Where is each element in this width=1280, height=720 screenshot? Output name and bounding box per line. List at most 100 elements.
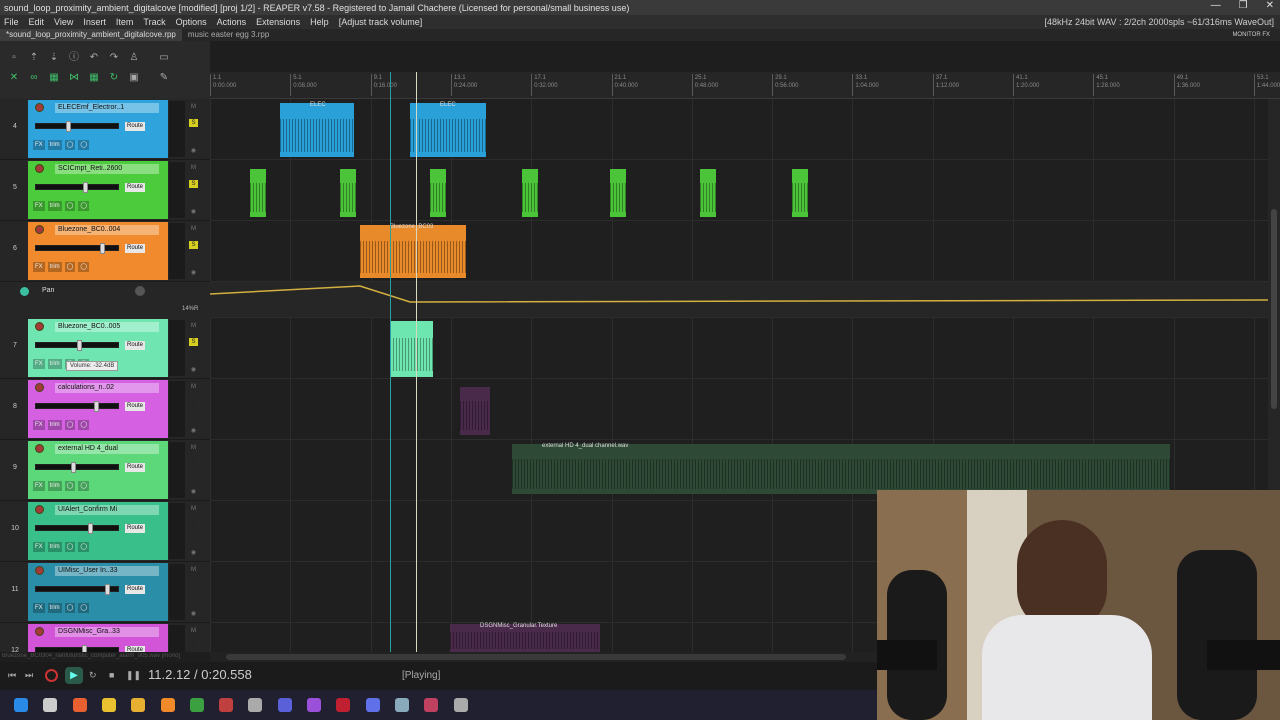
redo-icon[interactable]: ↷	[108, 52, 120, 63]
pan-envelope-lane[interactable]: Pan 14%R	[0, 282, 210, 316]
pan-knob-icon[interactable]: ◯	[64, 201, 76, 211]
steam-icon[interactable]	[453, 698, 468, 712]
fx-button[interactable]: FX	[33, 420, 45, 430]
trim-button[interactable]: trim	[47, 420, 62, 430]
track-row[interactable]: 11 UIMisc_User In..33 Route FX trim ◯ ◯ M S ◉	[0, 562, 210, 623]
env-icon[interactable]: ◉	[189, 488, 198, 496]
volume-fader[interactable]	[35, 462, 119, 473]
ripple-all-icon[interactable]: ▦	[48, 72, 60, 83]
track-number[interactable]: 5	[2, 184, 28, 191]
solo-icon[interactable]: S	[189, 338, 198, 346]
record-arm-button[interactable]	[35, 444, 44, 453]
record-arm-button[interactable]	[35, 225, 44, 234]
fx-button[interactable]: FX	[33, 603, 45, 613]
pan-knob-icon[interactable]: ◯	[64, 603, 76, 613]
mute-icon[interactable]: M	[189, 164, 198, 172]
track-number[interactable]: 9	[2, 464, 28, 471]
new-project-icon[interactable]: ▫	[8, 52, 20, 63]
play-icon[interactable]: ▶	[65, 667, 83, 684]
mute-icon[interactable]: M	[189, 566, 198, 574]
mute-icon[interactable]: M	[189, 225, 198, 233]
media-item[interactable]	[700, 169, 716, 217]
maximize-button[interactable]: ❐	[1239, 0, 1248, 11]
media-item[interactable]: DSGNMisc_Granular.Texture	[450, 623, 600, 652]
volume-fader[interactable]	[35, 523, 119, 534]
trim-button[interactable]: trim	[47, 140, 62, 150]
track-name[interactable]: SCICmpt_Reti..2600	[55, 164, 159, 174]
media-item[interactable]	[460, 387, 490, 435]
search-icon[interactable]	[43, 698, 58, 712]
solo-icon[interactable]: S	[189, 399, 198, 407]
auto-crossfade-icon[interactable]: ⋈	[68, 72, 80, 83]
media-item[interactable]: ELEC	[280, 102, 354, 157]
volume-fader-knob[interactable]	[83, 182, 88, 193]
fx-button[interactable]: FX	[33, 262, 45, 272]
lock-icon[interactable]: ▣	[128, 72, 140, 83]
volume-fader[interactable]	[35, 584, 119, 595]
route-button[interactable]: Route	[125, 183, 145, 192]
lock-grid-icon[interactable]: ▦	[88, 72, 100, 83]
track-name[interactable]: Bluezone_BC0..005	[55, 322, 159, 332]
save-project-icon[interactable]: ⇣	[48, 52, 60, 63]
fx-button[interactable]: FX	[33, 140, 45, 150]
app-icon[interactable]	[277, 698, 292, 712]
volume-fader-knob[interactable]	[82, 645, 87, 652]
env-icon[interactable]: ◉	[189, 549, 198, 557]
solo-icon[interactable]: S	[189, 521, 198, 529]
volume-fader[interactable]	[35, 121, 119, 132]
solo-icon[interactable]: S	[189, 643, 198, 651]
pan-knob-icon[interactable]: ◯	[64, 542, 76, 552]
trim-button[interactable]: trim	[47, 481, 62, 491]
discord-icon[interactable]	[365, 698, 380, 712]
track-number[interactable]: 7	[2, 342, 28, 349]
reaper-icon[interactable]	[219, 698, 234, 712]
volume-fader[interactable]	[35, 340, 119, 351]
route-button[interactable]: Route	[125, 402, 145, 411]
pan-knob-icon[interactable]: ◯	[64, 481, 76, 491]
media-item[interactable]	[792, 169, 808, 217]
mute-icon[interactable]: M	[189, 322, 198, 330]
draw-icon[interactable]: ✎	[158, 72, 170, 83]
reaper2-icon[interactable]	[424, 698, 439, 712]
goto-start-icon[interactable]: ⏮	[8, 670, 16, 681]
track-panel[interactable]: DSGNMisc_Gra..33RouteFXtrim◯◯	[28, 624, 168, 652]
phase-icon[interactable]: ◯	[78, 542, 90, 552]
track-panel[interactable]: UIAlert_Confirm Mi Route FX trim ◯ ◯	[28, 502, 168, 560]
mute-icon[interactable]: M	[189, 627, 198, 635]
track-number[interactable]: 12	[2, 647, 28, 652]
media-item[interactable]: ELEC	[410, 102, 486, 157]
track-name[interactable]: ELECEmf_Electror..1	[55, 103, 159, 113]
volume-fader-knob[interactable]	[100, 243, 105, 254]
solo-icon[interactable]: S	[189, 460, 198, 468]
route-button[interactable]: Route	[125, 122, 145, 131]
acrobat-icon[interactable]	[336, 698, 351, 712]
media-item[interactable]	[430, 169, 446, 217]
fx-button[interactable]: FX	[33, 201, 45, 211]
mute-icon[interactable]: M	[189, 103, 198, 111]
menu-actions[interactable]: Actions	[217, 17, 247, 27]
track-number[interactable]: 8	[2, 403, 28, 410]
chrome-icon[interactable]	[101, 698, 116, 712]
env-icon[interactable]: ◉	[189, 269, 198, 277]
pan-knob-icon[interactable]: ◯	[64, 140, 76, 150]
ripple-icon[interactable]: ∞	[28, 72, 40, 83]
vertical-scroll-thumb[interactable]	[1271, 209, 1277, 409]
volume-fader-knob[interactable]	[105, 584, 110, 595]
phase-icon[interactable]: ◯	[78, 603, 90, 613]
audio-status[interactable]: [48kHz 24bit WAV : 2/2ch 2000spls ~61/31…	[1044, 17, 1274, 27]
route-button[interactable]: Route	[125, 524, 145, 533]
solo-icon[interactable]: S	[189, 582, 198, 590]
track-row[interactable]: 10 UIAlert_Confirm Mi Route FX trim ◯ ◯ M S ◉	[0, 501, 210, 562]
route-button[interactable]: Route	[125, 646, 145, 652]
fx-button[interactable]: FX	[33, 359, 45, 369]
media-item[interactable]: external HD 4_dual channel.wav	[512, 443, 1170, 494]
record-icon[interactable]	[45, 669, 58, 682]
phase-icon[interactable]: ◯	[78, 140, 90, 150]
tab-project-2[interactable]: music easter egg 3.rpp	[182, 29, 275, 41]
track-panel[interactable]: UIMisc_User In..33 Route FX trim ◯ ◯	[28, 563, 168, 621]
route-button[interactable]: Route	[125, 585, 145, 594]
volume-fader[interactable]	[35, 182, 119, 193]
solo-icon[interactable]: S	[189, 119, 198, 127]
track-name[interactable]: UIMisc_User In..33	[55, 566, 159, 576]
horizontal-scroll-thumb[interactable]	[226, 654, 846, 660]
